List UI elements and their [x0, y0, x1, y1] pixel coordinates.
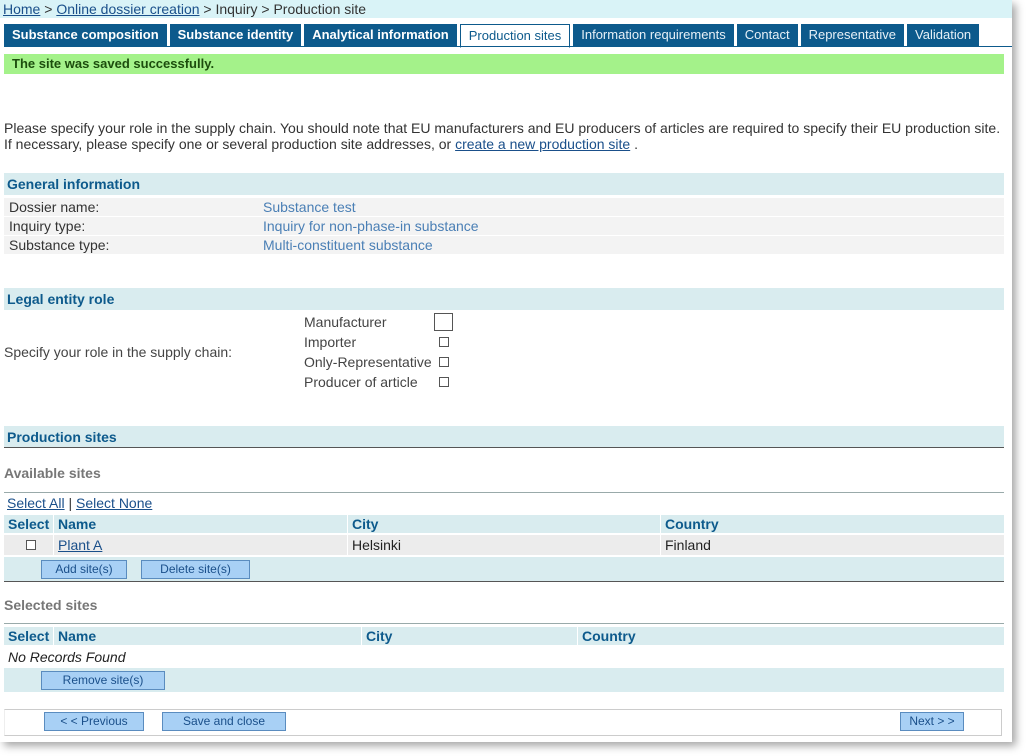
- selected-col-name: Name: [54, 627, 361, 645]
- info-value: Multi-constituent substance: [263, 237, 433, 253]
- info-row-substance-type: Substance type: Multi-constituent substa…: [4, 236, 1004, 254]
- success-banner: The site was saved successfully.: [4, 54, 1004, 74]
- production-sites-heading: Production sites: [4, 426, 1004, 448]
- importer-checkbox[interactable]: [439, 337, 449, 347]
- info-value: Substance test: [263, 199, 356, 215]
- selected-col-country: Country: [578, 627, 1004, 645]
- role-label-producer-of-article: Producer of article: [304, 374, 418, 390]
- info-label: Inquiry type:: [9, 218, 86, 234]
- intro-end: .: [634, 136, 638, 152]
- select-none-link[interactable]: Select None: [76, 495, 152, 511]
- site-name-cell: Plant A: [54, 535, 347, 555]
- info-value: Inquiry for non-phase-in substance: [263, 218, 479, 234]
- info-row-inquiry-type: Inquiry type: Inquiry for non-phase-in s…: [4, 217, 1004, 235]
- selected-button-bar: Remove site(s): [4, 668, 1004, 692]
- breadcrumb: Home > Online dossier creation > Inquiry…: [0, 0, 1012, 18]
- select-links: Select All | Select None: [7, 495, 152, 511]
- breadcrumb-home-link[interactable]: Home: [3, 1, 40, 17]
- previous-button[interactable]: < < Previous: [44, 712, 144, 731]
- no-records-message: No Records Found: [8, 649, 126, 665]
- producer-of-article-checkbox[interactable]: [439, 377, 449, 387]
- save-and-close-button[interactable]: Save and close: [162, 712, 286, 731]
- available-col-select: Select: [4, 515, 53, 533]
- role-prompt: Specify your role in the supply chain:: [4, 344, 233, 360]
- available-col-country: Country: [661, 515, 1004, 533]
- tab-representative[interactable]: Representative: [800, 24, 905, 46]
- tab-production-sites[interactable]: Production sites: [459, 24, 571, 48]
- available-sites-title: Available sites: [4, 465, 101, 481]
- row-select-checkbox[interactable]: [26, 540, 36, 550]
- general-information-heading: General information: [4, 173, 1004, 195]
- tab-substance-composition[interactable]: Substance composition: [4, 24, 167, 46]
- selected-sites-title: Selected sites: [4, 597, 98, 613]
- intro-text: Please specify your role in the supply c…: [4, 120, 1004, 152]
- select-links-separator: |: [68, 495, 73, 511]
- site-name-link[interactable]: Plant A: [58, 537, 102, 553]
- available-col-name: Name: [54, 515, 347, 533]
- available-sites-divider: [4, 492, 1004, 494]
- available-col-city: City: [348, 515, 660, 533]
- tab-validation[interactable]: Validation: [907, 24, 980, 46]
- legal-entity-role-heading: Legal entity role: [4, 288, 1004, 310]
- tab-contact[interactable]: Contact: [736, 24, 798, 46]
- site-country-cell: Finland: [661, 535, 1004, 555]
- tab-information-requirements[interactable]: Information requirements: [573, 24, 734, 46]
- create-production-site-link[interactable]: create a new production site: [455, 136, 630, 152]
- table-row: [4, 535, 53, 555]
- delete-sites-button[interactable]: Delete site(s): [141, 560, 250, 579]
- available-button-bar: Add site(s) Delete site(s): [4, 557, 1004, 582]
- role-label-only-representative: Only-Representative: [304, 354, 432, 370]
- breadcrumb-separator: >: [44, 1, 53, 17]
- page-frame: Home > Online dossier creation > Inquiry…: [0, 0, 1012, 742]
- selected-col-select: Select: [4, 627, 53, 645]
- role-label-importer: Importer: [304, 334, 357, 350]
- info-row-dossier-name: Dossier name: Substance test: [4, 198, 1004, 216]
- tab-bar: Substance composition Substance identity…: [4, 24, 980, 48]
- remove-sites-button[interactable]: Remove site(s): [41, 671, 165, 690]
- tab-analytical-information[interactable]: Analytical information: [304, 24, 457, 46]
- footer-nav: < < Previous Save and close Next > >: [4, 709, 1002, 736]
- breadcrumb-online-dossier-link[interactable]: Online dossier creation: [56, 1, 199, 17]
- add-sites-button[interactable]: Add site(s): [41, 560, 127, 579]
- site-city-cell: Helsinki: [348, 535, 660, 555]
- only-representative-checkbox[interactable]: [439, 357, 449, 367]
- breadcrumb-current: > Inquiry > Production site: [203, 1, 367, 17]
- role-label-manufacturer: Manufacturer: [304, 314, 387, 330]
- selected-sites-divider: [4, 623, 1004, 625]
- manufacturer-checkbox[interactable]: [434, 313, 453, 331]
- next-button[interactable]: Next > >: [900, 712, 964, 731]
- selected-col-city: City: [362, 627, 577, 645]
- select-all-link[interactable]: Select All: [7, 495, 65, 511]
- tab-substance-identity[interactable]: Substance identity: [169, 24, 302, 46]
- info-label: Dossier name:: [9, 199, 100, 215]
- tab-underline: [4, 46, 1012, 47]
- info-label: Substance type:: [9, 237, 110, 253]
